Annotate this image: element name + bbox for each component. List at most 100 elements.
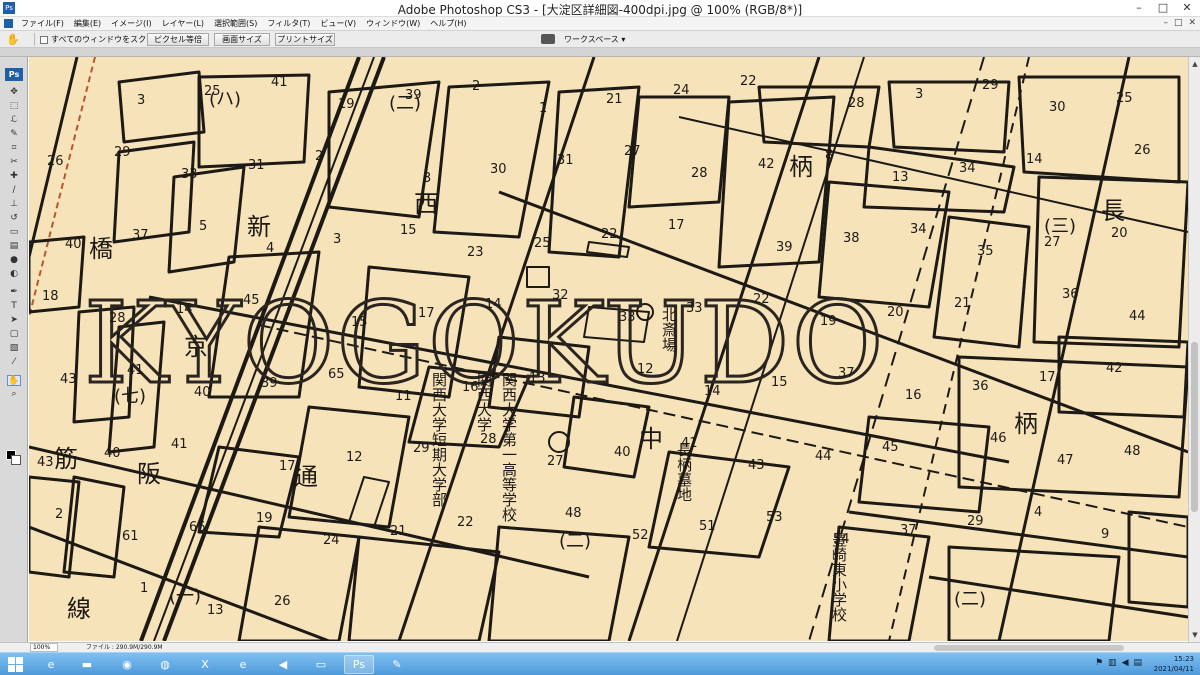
move-tool-icon[interactable]: ✥ [7, 87, 21, 98]
map-block-number: 23 [467, 245, 484, 260]
scrollbar-thumb[interactable] [1191, 342, 1198, 512]
map-block-number: 20 [887, 305, 904, 320]
volume-icon[interactable]: ◀ [1122, 658, 1129, 668]
type-tool-icon[interactable]: T [7, 301, 21, 312]
background-color-swatch[interactable] [11, 455, 21, 465]
map-block-number: 54 [833, 532, 850, 547]
workspace-menu[interactable]: ワークスペース ▾ [564, 34, 625, 45]
print-size-button[interactable]: プリントサイズ [275, 33, 335, 46]
hand-tool-preset-icon[interactable]: ✋ [6, 33, 20, 46]
menu-image[interactable]: イメージ(I) [106, 17, 156, 31]
zoom-field[interactable]: 100% [30, 643, 58, 652]
map-block-number: 48 [565, 506, 582, 521]
menu-help[interactable]: ヘルプ(H) [425, 17, 471, 31]
map-kanji-label: 線 [67, 595, 91, 623]
fit-screen-button[interactable]: 画面サイズ [214, 33, 270, 46]
menu-file[interactable]: ファイル(F) [16, 17, 69, 31]
quick-select-tool-icon[interactable]: ✎ [7, 129, 21, 140]
eyedropper-tool-icon[interactable]: ⁄ [7, 357, 21, 368]
taskbar-firefox-icon[interactable]: ◍ [150, 655, 180, 674]
healing-tool-icon[interactable]: ✚ [7, 171, 21, 182]
map-kanji-label: 新 [247, 213, 271, 241]
scroll-down-icon[interactable]: ▼ [1190, 630, 1200, 640]
document-canvas[interactable]: KYOGOKUDO 西柄長橋新京筋阪通線中柄 (ハ) (二) (三) (七) (一) (二)… [29, 57, 1188, 641]
options-bar: ✋ すべてのウィンドウをスクロール ピクセル等倍 画面サイズ プリントサイズ ワ… [0, 31, 1200, 48]
keyboard-icon[interactable]: ▤ [1133, 658, 1142, 668]
menu-edit[interactable]: 編集(E) [69, 17, 106, 31]
map-block-number: 53 [766, 510, 783, 525]
taskbar-excel-icon[interactable]: X [190, 655, 220, 674]
maximize-button[interactable]: □ [1152, 0, 1174, 16]
document-icon[interactable] [4, 19, 13, 28]
map-block-number: 29 [982, 78, 999, 93]
taskbar-photoshop-icon[interactable]: Ps [344, 655, 374, 674]
menu-window[interactable]: ウィンドウ(W) [361, 17, 425, 31]
clock[interactable]: 15:23 2021/04/11 [1154, 654, 1194, 674]
doc-close-button[interactable]: ✕ [1188, 18, 1196, 28]
map-block-number: 27 [547, 454, 564, 469]
map-block-number: 2 [472, 79, 480, 94]
actual-pixels-button[interactable]: ピクセル等倍 [147, 33, 209, 46]
taskbar-edge-icon[interactable]: e [228, 655, 258, 674]
map-block-number: 34 [959, 161, 976, 176]
map-block-number: 28 [109, 311, 126, 326]
map-block-number: 39 [405, 88, 422, 103]
taskbar-folder-icon[interactable]: ▭ [306, 655, 336, 674]
doc-minimize-button[interactable]: – [1163, 18, 1168, 28]
map-kanji-label: 中 [639, 425, 663, 453]
eraser-tool-icon[interactable]: ▭ [7, 227, 21, 238]
map-kanji-label: 橋 [89, 235, 113, 263]
network-icon[interactable]: ▥ [1108, 658, 1117, 668]
menu-layer[interactable]: レイヤー(L) [157, 17, 209, 31]
gradient-tool-icon[interactable]: ▤ [7, 241, 21, 252]
start-button[interactable] [8, 657, 24, 672]
map-block-number: 19 [256, 511, 273, 526]
map-kanji-label: (二) [954, 589, 986, 610]
map-block-number: 14 [1026, 152, 1043, 167]
taskbar-chrome-icon[interactable]: ◉ [112, 655, 142, 674]
menu-view[interactable]: ビュー(V) [315, 17, 361, 31]
map-block-number: 12 [346, 450, 363, 465]
file-size-info[interactable]: ファイル : 290.9M/290.9M [86, 643, 163, 652]
lasso-tool-icon[interactable]: ℒ [7, 115, 21, 126]
notes-tool-icon[interactable]: ▧ [7, 343, 21, 354]
blur-tool-icon[interactable]: ● [7, 255, 21, 266]
workspace-icon[interactable] [541, 34, 555, 44]
taskbar-audio-icon[interactable]: ◀ [268, 655, 298, 674]
menu-select[interactable]: 選択範囲(S) [209, 17, 262, 31]
brush-tool-icon[interactable]: ∕ [7, 185, 21, 196]
map-block-number: 21 [954, 296, 971, 311]
map-block-number: 30 [490, 162, 507, 177]
crop-tool-icon[interactable]: ⌗ [7, 143, 21, 154]
slice-tool-icon[interactable]: ✂ [7, 157, 21, 168]
toolbox: Ps ✥ ⬚ ℒ ✎ ⌗ ✂ ✚ ∕ ⊥ ↺ ▭ ▤ ● ◐ ✒ T ➤ ▢ ▧ ⁄ ✋ ⌕ [0, 57, 28, 642]
taskbar-paint-icon[interactable]: ✎ [382, 655, 412, 674]
horizontal-scrollbar-thumb[interactable] [934, 645, 1124, 651]
map-block-number: 24 [673, 83, 690, 98]
marquee-tool-icon[interactable]: ⬚ [7, 101, 21, 112]
history-brush-tool-icon[interactable]: ↺ [7, 213, 21, 224]
stamp-tool-icon[interactable]: ⊥ [7, 199, 21, 210]
map-block-number: 4 [1034, 505, 1042, 520]
menu-filter[interactable]: フィルタ(T) [262, 17, 315, 31]
hand-tool-icon[interactable]: ✋ [7, 375, 21, 386]
doc-restore-button[interactable]: □ [1174, 18, 1183, 28]
taskbar-explorer-icon[interactable]: ▬ [72, 655, 102, 674]
vertical-scrollbar[interactable]: ▲ ▼ [1188, 57, 1200, 642]
pen-tool-icon[interactable]: ✒ [7, 287, 21, 298]
minimize-button[interactable]: – [1128, 0, 1150, 16]
taskbar-ie-icon[interactable]: e [36, 655, 66, 674]
map-block-number: 39 [776, 240, 793, 255]
scroll-all-windows-checkbox[interactable] [40, 35, 48, 44]
map-block-number: 2 [55, 507, 63, 522]
map-block-number: 44 [815, 449, 832, 464]
flag-icon[interactable]: ⚑ [1095, 658, 1103, 668]
close-button[interactable]: ✕ [1176, 0, 1198, 16]
dodge-tool-icon[interactable]: ◐ [7, 269, 21, 280]
path-select-tool-icon[interactable]: ➤ [7, 315, 21, 326]
shape-tool-icon[interactable]: ▢ [7, 329, 21, 340]
zoom-tool-icon[interactable]: ⌕ [7, 389, 21, 400]
scroll-up-icon[interactable]: ▲ [1190, 59, 1200, 69]
windows-logo-tile [16, 657, 23, 664]
system-tray: ⚑ ▥ ◀ ▤ [1095, 658, 1142, 668]
